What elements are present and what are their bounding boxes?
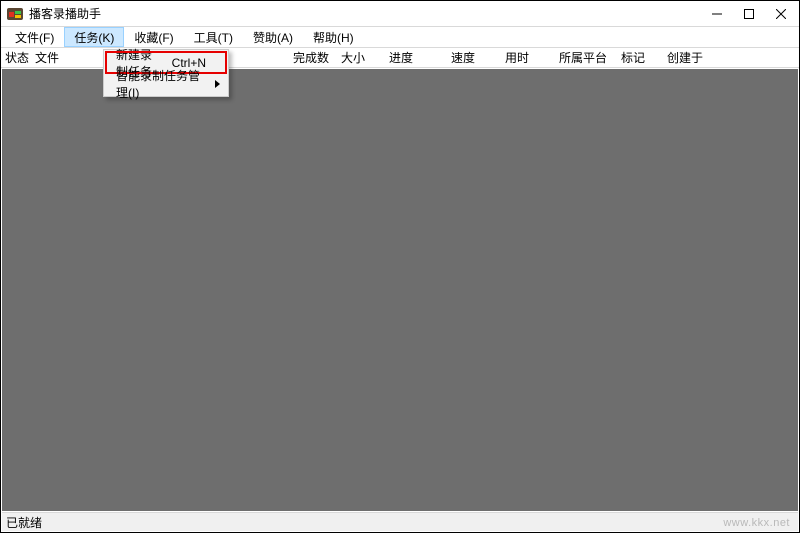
list-content-area bbox=[2, 69, 798, 511]
menu-label: 任务(K) bbox=[74, 29, 114, 46]
app-icon bbox=[7, 6, 23, 22]
close-icon bbox=[776, 9, 786, 19]
col-mark[interactable]: 标记 bbox=[617, 49, 663, 66]
menu-label: 赞助(A) bbox=[253, 29, 293, 46]
watermark-text: www.kkx.net bbox=[723, 517, 790, 529]
col-created[interactable]: 创建于 bbox=[663, 49, 717, 66]
titlebar: 播客录播助手 bbox=[1, 1, 799, 27]
col-completed[interactable]: 完成数 bbox=[289, 49, 337, 66]
task-dropdown-menu: 新建录制任务 Ctrl+N 智能录制任务管理(I) bbox=[103, 49, 229, 97]
close-button[interactable] bbox=[765, 3, 797, 25]
minimize-icon bbox=[712, 9, 722, 19]
app-window: 播客录播助手 文件(F) 任务(K) 收藏(F) 工具(T) 赞助(A) 帮助(… bbox=[0, 0, 800, 533]
col-elapsed[interactable]: 用时 bbox=[501, 49, 555, 66]
col-status[interactable]: 状态 bbox=[1, 49, 31, 66]
statusbar: 已就绪 www.kkx.net bbox=[2, 512, 798, 531]
menu-favorites[interactable]: 收藏(F) bbox=[124, 27, 183, 47]
submenu-arrow-icon bbox=[215, 80, 220, 88]
menu-file[interactable]: 文件(F) bbox=[5, 27, 64, 47]
menu-label: 收藏(F) bbox=[134, 29, 173, 46]
menu-tools[interactable]: 工具(T) bbox=[184, 27, 243, 47]
col-speed[interactable]: 速度 bbox=[447, 49, 501, 66]
menu-label: 帮助(H) bbox=[313, 29, 354, 46]
menu-label: 文件(F) bbox=[15, 29, 54, 46]
window-title: 播客录播助手 bbox=[29, 5, 101, 22]
menu-item-smart-recording-manager[interactable]: 智能录制任务管理(I) bbox=[106, 73, 226, 94]
col-progress[interactable]: 进度 bbox=[385, 49, 447, 66]
col-size[interactable]: 大小 bbox=[337, 49, 385, 66]
menu-item-label: 智能录制任务管理(I) bbox=[116, 67, 206, 101]
col-platform[interactable]: 所属平台 bbox=[555, 49, 617, 66]
menu-help[interactable]: 帮助(H) bbox=[303, 27, 364, 47]
maximize-icon bbox=[744, 9, 754, 19]
menu-task[interactable]: 任务(K) bbox=[64, 27, 124, 47]
status-text: 已就绪 bbox=[6, 514, 42, 531]
menu-label: 工具(T) bbox=[194, 29, 233, 46]
menu-sponsor[interactable]: 赞助(A) bbox=[243, 27, 303, 47]
minimize-button[interactable] bbox=[701, 3, 733, 25]
maximize-button[interactable] bbox=[733, 3, 765, 25]
